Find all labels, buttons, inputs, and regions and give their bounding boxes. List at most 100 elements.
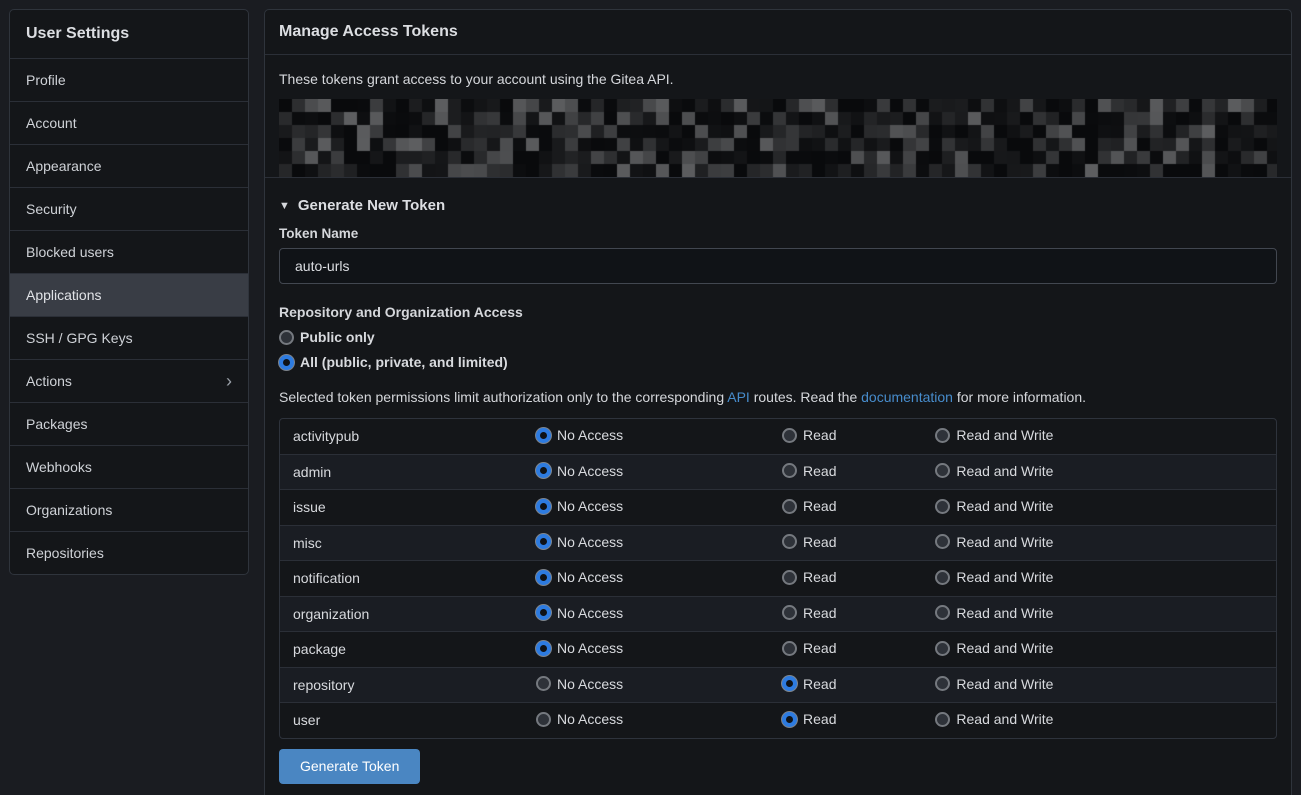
option-package-no-access[interactable]: No Access [536, 640, 623, 656]
radio-public-only[interactable] [279, 330, 294, 345]
sidebar-item-repositories[interactable]: Repositories [10, 531, 248, 574]
option-misc-read-and-write[interactable]: Read and Write [935, 534, 1053, 550]
radio-activitypub-no-access[interactable] [536, 428, 551, 443]
sidebar-item-label: Packages [26, 416, 87, 432]
option-label: No Access [557, 569, 623, 585]
token-name-input[interactable] [279, 248, 1277, 284]
option-label: No Access [557, 463, 623, 479]
scope-cell: Read and Write [923, 703, 1276, 738]
option-user-read-and-write[interactable]: Read and Write [935, 711, 1053, 727]
option-notification-read-and-write[interactable]: Read and Write [935, 569, 1053, 585]
scope-cell: Read and Write [923, 561, 1276, 597]
option-label: No Access [557, 605, 623, 621]
radio-user-no-access[interactable] [536, 712, 551, 727]
sidebar-item-label: Applications [26, 287, 102, 303]
option-notification-no-access[interactable]: No Access [536, 569, 623, 585]
option-repository-read[interactable]: Read [782, 676, 836, 692]
option-activitypub-read-and-write[interactable]: Read and Write [935, 427, 1053, 443]
generate-new-token-toggle[interactable]: ▼ Generate New Token [279, 197, 1277, 214]
radio-all-public-private-and-limited[interactable] [279, 355, 294, 370]
option-label: Read and Write [956, 640, 1053, 656]
option-label: Read [803, 711, 836, 727]
sidebar-item-label: Actions [26, 373, 72, 389]
generate-new-token-label: Generate New Token [298, 197, 445, 214]
radio-admin-no-access[interactable] [536, 463, 551, 478]
access-option-public-only[interactable]: Public only [279, 329, 1277, 345]
sidebar-item-label: Appearance [26, 158, 102, 174]
option-issue-read[interactable]: Read [782, 498, 836, 514]
radio-organization-no-access[interactable] [536, 605, 551, 620]
radio-package-read[interactable] [782, 641, 797, 656]
radio-notification-read[interactable] [782, 570, 797, 585]
access-option-all-public-private-and-limited[interactable]: All (public, private, and limited) [279, 354, 1277, 370]
option-admin-no-access[interactable]: No Access [536, 463, 623, 479]
option-label: Read [803, 569, 836, 585]
sidebar-item-packages[interactable]: Packages [10, 402, 248, 445]
sidebar-item-appearance[interactable]: Appearance [10, 144, 248, 187]
scope-name: package [280, 632, 524, 668]
option-organization-no-access[interactable]: No Access [536, 605, 623, 621]
radio-organization-read[interactable] [782, 605, 797, 620]
option-package-read-and-write[interactable]: Read and Write [935, 640, 1053, 656]
option-repository-no-access[interactable]: No Access [536, 676, 623, 692]
radio-admin-read-and-write[interactable] [935, 463, 950, 478]
scope-cell: No Access [524, 703, 770, 738]
sidebar-item-blocked-users[interactable]: Blocked users [10, 230, 248, 273]
sidebar-item-profile[interactable]: Profile [10, 58, 248, 101]
option-admin-read-and-write[interactable]: Read and Write [935, 463, 1053, 479]
option-misc-no-access[interactable]: No Access [536, 534, 623, 550]
api-link[interactable]: API [727, 389, 750, 405]
radio-issue-read-and-write[interactable] [935, 499, 950, 514]
radio-admin-read[interactable] [782, 463, 797, 478]
redacted-token-list [279, 99, 1277, 177]
radio-misc-read-and-write[interactable] [935, 534, 950, 549]
radio-notification-read-and-write[interactable] [935, 570, 950, 585]
scope-cell: Read [770, 632, 923, 668]
radio-organization-read-and-write[interactable] [935, 605, 950, 620]
radio-misc-read[interactable] [782, 534, 797, 549]
option-user-no-access[interactable]: No Access [536, 711, 623, 727]
radio-repository-read[interactable] [782, 676, 797, 691]
sidebar-item-actions[interactable]: Actions› [10, 359, 248, 402]
option-issue-read-and-write[interactable]: Read and Write [935, 498, 1053, 514]
access-scope-label: Repository and Organization Access [279, 304, 1277, 320]
option-activitypub-read[interactable]: Read [782, 427, 836, 443]
radio-notification-no-access[interactable] [536, 570, 551, 585]
tokens-list-section: These tokens grant access to your accoun… [265, 55, 1291, 178]
radio-repository-no-access[interactable] [536, 676, 551, 691]
radio-user-read[interactable] [782, 712, 797, 727]
radio-misc-no-access[interactable] [536, 534, 551, 549]
option-notification-read[interactable]: Read [782, 569, 836, 585]
option-user-read[interactable]: Read [782, 711, 836, 727]
option-package-read[interactable]: Read [782, 640, 836, 656]
scope-name: activitypub [280, 419, 524, 454]
radio-issue-no-access[interactable] [536, 499, 551, 514]
sidebar-item-account[interactable]: Account [10, 101, 248, 144]
radio-repository-read-and-write[interactable] [935, 676, 950, 691]
radio-activitypub-read[interactable] [782, 428, 797, 443]
scope-name: misc [280, 525, 524, 561]
scope-cell: Read and Write [923, 632, 1276, 668]
option-admin-read[interactable]: Read [782, 463, 836, 479]
radio-package-read-and-write[interactable] [935, 641, 950, 656]
option-issue-no-access[interactable]: No Access [536, 498, 623, 514]
radio-activitypub-read-and-write[interactable] [935, 428, 950, 443]
radio-package-no-access[interactable] [536, 641, 551, 656]
radio-user-read-and-write[interactable] [935, 712, 950, 727]
documentation-link[interactable]: documentation [861, 389, 953, 405]
sidebar-item-organizations[interactable]: Organizations [10, 488, 248, 531]
sidebar-item-security[interactable]: Security [10, 187, 248, 230]
option-misc-read[interactable]: Read [782, 534, 836, 550]
sidebar-item-webhooks[interactable]: Webhooks [10, 445, 248, 488]
generate-token-button[interactable]: Generate Token [279, 749, 420, 784]
option-organization-read[interactable]: Read [782, 605, 836, 621]
option-label: Read and Write [956, 463, 1053, 479]
option-organization-read-and-write[interactable]: Read and Write [935, 605, 1053, 621]
option-repository-read-and-write[interactable]: Read and Write [935, 676, 1053, 692]
sidebar-item-ssh-gpg-keys[interactable]: SSH / GPG Keys [10, 316, 248, 359]
radio-issue-read[interactable] [782, 499, 797, 514]
option-label: No Access [557, 534, 623, 550]
option-activitypub-no-access[interactable]: No Access [536, 427, 623, 443]
sidebar-item-applications[interactable]: Applications [10, 273, 248, 316]
option-label: No Access [557, 711, 623, 727]
